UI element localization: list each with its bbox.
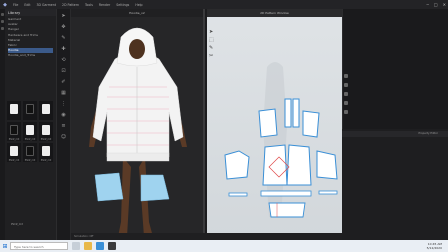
pin-tool-icon[interactable]: ✎ [60,34,68,42]
svg-text:✂: ✂ [209,53,213,59]
history-tab-icon[interactable] [1,20,4,23]
topstitch-tool-icon[interactable]: ≡ [60,122,68,130]
property-editor-tab[interactable]: Property Editor [342,131,448,137]
right-panel: Property Editor [342,9,448,240]
measure-tool-icon[interactable]: ⊡ [60,67,68,75]
library-thumb[interactable] [7,101,21,120]
tack-tool-icon[interactable]: ✚ [60,45,68,53]
menu-settings[interactable]: Settings [113,3,132,7]
fabric-icon[interactable] [344,83,348,87]
library-thumb[interactable]: PSCZ_mit [7,143,21,162]
maximize-icon[interactable]: □ [434,2,438,7]
select-tool-icon[interactable]: ➤ [60,12,68,20]
pattern-pieces: ➤ ⬚ ✎ ✂ [209,29,338,218]
texture-tool-icon[interactable]: ▦ [60,89,68,97]
close-icon[interactable]: ✕ [443,2,446,7]
move-tool-icon[interactable]: ✥ [60,23,68,31]
3d-view-title: Hoodie_v2 [71,9,203,17]
app-window: ◆ File Edit 3D Garment 2D Pattern Tools … [0,0,448,252]
menu-file[interactable]: File [10,3,21,7]
app-taskbar-icon[interactable] [108,242,116,250]
windows-taskbar: ⊞ Type here to search 10:45 AM 5/12/2020 [0,240,448,252]
library-panel: Library Garment Avatar Hanger Hardware a… [5,9,57,240]
library-item-hoodie-trims[interactable]: Hoodie_and_Trims [8,53,53,58]
topstitch-icon[interactable] [344,101,348,105]
app-logo-icon: ◆ [3,1,7,8]
button-icon[interactable] [344,92,348,96]
taskbar-clock: 10:45 AM 5/12/2020 [427,242,442,250]
avatar-tool-icon[interactable]: ☺ [60,133,68,141]
svg-text:✎: ✎ [209,45,213,51]
status-bar: Simulation: Off [71,233,342,240]
3d-tool-column: ➤ ✥ ✎ ✚ ⟲ ⊡ ✐ ▦ ⋮ ◉ ≡ ☺ [57,9,71,240]
task-view-icon[interactable] [72,242,80,250]
object-browser [342,9,448,129]
2d-view-title: 2D Pattern Window [207,9,342,17]
explorer-icon[interactable] [84,242,92,250]
menu-tools[interactable]: Tools [82,3,96,7]
svg-text:➤: ➤ [209,29,213,35]
menu-edit[interactable]: Edit [21,3,33,7]
library-thumbnails: PSCZ_mit PSCZ_mit PSCZ_mit PSCZ_mit PSCZ… [7,101,55,162]
library-thumb[interactable] [23,101,37,120]
library-thumb[interactable]: PSCZ_mit [39,122,53,141]
avatar-with-hoodie [71,17,203,240]
windows-start-icon[interactable]: ⊞ [0,240,10,252]
library-footer-label: PSCZ_mit [11,223,23,226]
menu-help[interactable]: Help [132,3,145,7]
library-thumb[interactable]: PSCZ_mit [23,122,37,141]
library-thumb[interactable] [39,101,53,120]
fold-tool-icon[interactable]: ⟲ [60,56,68,64]
library-thumb[interactable]: PSCZ_mit [23,143,37,162]
object-browser-icon[interactable] [344,74,348,78]
menu-3d-garment[interactable]: 3D Garment [34,3,60,7]
button-tool-icon[interactable]: ◉ [60,111,68,119]
2d-pattern-viewport[interactable]: 2D Pattern Window ➤ ⬚ ✎ ✂ [207,9,342,240]
3d-viewport[interactable]: Hoodie_v2 [71,9,205,240]
library-tab-icon[interactable] [1,13,4,16]
zipper-tool-icon[interactable]: ⋮ [60,100,68,108]
brush-tool-icon[interactable]: ✐ [60,78,68,86]
library-title: Library [5,9,56,16]
browser-icon[interactable] [96,242,104,250]
menu-bar: ◆ File Edit 3D Garment 2D Pattern Tools … [0,0,448,9]
graphic-icon[interactable] [344,110,348,114]
library-thumb[interactable]: PSCZ_mit [7,122,21,141]
modular-tab-icon[interactable] [1,27,4,30]
minimize-icon[interactable]: ─ [426,2,428,7]
right-icon-strip [344,69,350,119]
library-tree: Garment Avatar Hanger Hardware and Trims… [5,16,56,60]
svg-text:⬚: ⬚ [209,37,214,43]
library-thumb[interactable]: PSCZ_mit [39,143,53,162]
taskbar-search-input[interactable]: Type here to search [10,242,68,250]
menu-render[interactable]: Render [96,3,113,7]
clock-date: 5/12/2020 [426,246,442,250]
menu-2d-pattern[interactable]: 2D Pattern [59,3,82,7]
